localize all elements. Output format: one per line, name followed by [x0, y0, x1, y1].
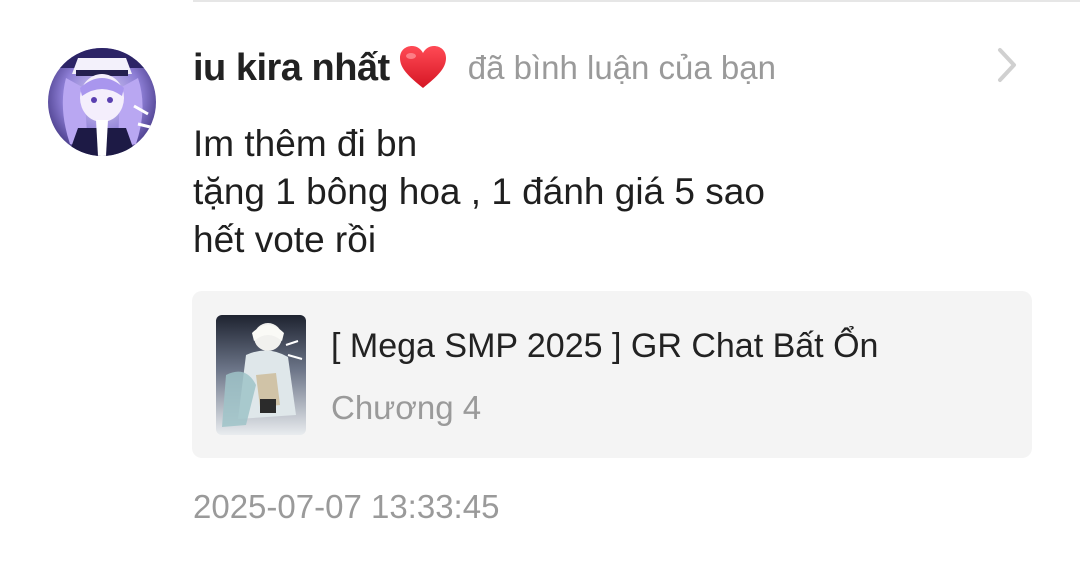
comment-line: Im thêm đi bn: [193, 123, 418, 164]
divider: [193, 0, 1080, 2]
comment-text: Im thêm đi bn tặng 1 bông hoa , 1 đánh g…: [193, 120, 765, 264]
comment-notification[interactable]: iu kira nhất đã bình luận của bạn Im thê…: [0, 0, 1080, 566]
chevron-right-icon[interactable]: [992, 46, 1022, 84]
notification-header: iu kira nhất đã bình luận của bạn: [193, 40, 776, 96]
story-cover-image: [216, 315, 306, 435]
timestamp: 2025-07-07 13:33:45: [193, 488, 500, 525]
comment-line: tặng 1 bông hoa , 1 đánh giá 5 sao: [193, 171, 765, 212]
story-title: [ Mega SMP 2025 ] GR Chat Bất Ổn: [331, 327, 879, 365]
comment-line: hết vote rồi: [193, 219, 377, 260]
chapter-label: Chương 4: [331, 389, 482, 426]
heart-icon: [398, 44, 448, 92]
username[interactable]: iu kira nhất: [193, 47, 390, 90]
story-card[interactable]: [ Mega SMP 2025 ] GR Chat Bất Ổn Chương …: [192, 291, 1032, 458]
action-text: đã bình luận của bạn: [467, 49, 776, 86]
avatar[interactable]: [48, 48, 156, 156]
